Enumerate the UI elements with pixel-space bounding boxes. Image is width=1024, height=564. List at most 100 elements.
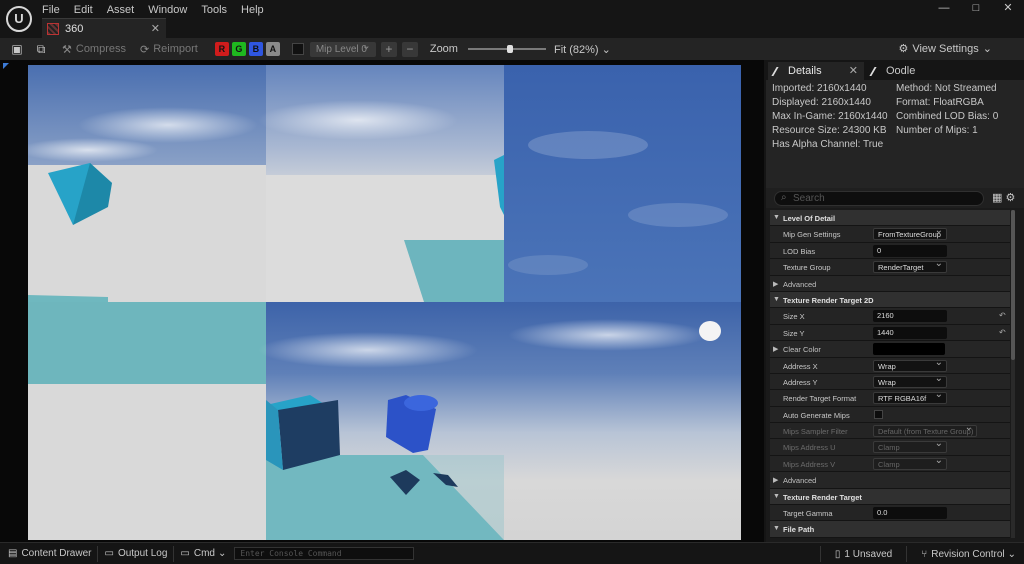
divider — [819, 546, 821, 562]
color-swatch[interactable] — [873, 343, 945, 356]
mip-level-checkbox[interactable] — [291, 43, 304, 55]
property-input[interactable]: 2160 — [873, 310, 947, 323]
zoom-slider-thumb[interactable] — [506, 45, 513, 53]
tab-oodle-label: Oodle — [886, 65, 916, 77]
save-icon[interactable]: ▣ — [10, 42, 24, 56]
console-input[interactable]: Enter Console Command — [234, 547, 415, 560]
property-label: Texture Render Target — [783, 492, 862, 502]
property-advanced[interactable]: ▶ Advanced — [770, 472, 1010, 489]
channel-r-toggle[interactable]: R — [214, 42, 229, 56]
tab-details[interactable]: Details ✕ — [768, 62, 864, 80]
brush-icon — [771, 66, 786, 76]
property-clear-color[interactable]: ▶ Clear Color — [770, 341, 1010, 358]
property-dropdown[interactable]: RenderTarget — [873, 258, 947, 274]
cmd-label: Cmd — [193, 548, 215, 559]
close-tab-icon[interactable]: ✕ — [151, 22, 160, 35]
tab-oodle[interactable]: Oodle — [866, 62, 946, 80]
menu-edit[interactable]: Edit — [74, 3, 100, 16]
property-label: LOD Bias — [783, 246, 816, 256]
output-log-label: Output Log — [117, 548, 168, 559]
property-address-y: Address Y Wrap — [770, 373, 1010, 391]
channel-a-toggle[interactable]: A — [265, 42, 280, 56]
close-icon[interactable]: ✕ — [849, 64, 858, 77]
scrollbar-thumb[interactable] — [1011, 210, 1015, 360]
mip-decrease-button[interactable]: − — [401, 41, 418, 57]
property-input[interactable]: 0.0 — [873, 507, 947, 520]
chevron-down-icon: ⌄ — [982, 43, 992, 55]
close-window-button[interactable]: ✕ — [992, 0, 1024, 18]
channel-b-toggle[interactable]: B — [248, 42, 263, 56]
property-dropdown[interactable]: FromTextureGroup — [873, 225, 947, 241]
reset-to-default-icon[interactable]: ↶ — [999, 311, 1006, 320]
property-input[interactable]: 0 — [873, 244, 947, 257]
chevron-down-icon[interactable]: ▼ — [773, 525, 780, 532]
property-label: Mips Sampler Filter — [783, 427, 848, 437]
view-settings-label: View Settings — [912, 42, 979, 55]
revision-control-button[interactable]: ⑂ Revision Control ⌄ — [921, 549, 1016, 560]
property-label: Address Y — [783, 377, 818, 387]
texture-viewport[interactable] — [0, 60, 764, 542]
chevron-down-icon[interactable]: ▼ — [773, 214, 780, 221]
menu-file[interactable]: File — [42, 3, 67, 16]
property-checkbox[interactable] — [874, 409, 883, 419]
cmd-select[interactable]: ▭ Cmd ⌄ — [180, 548, 226, 559]
chevron-right-icon[interactable]: ▶ — [773, 280, 778, 288]
branch-icon: ⑂ — [921, 548, 928, 560]
menu-asset[interactable]: Asset — [107, 3, 142, 16]
chevron-down-icon[interactable]: ▼ — [773, 296, 780, 303]
window-controls: — □ ✕ — [928, 0, 1024, 18]
property-input[interactable]: 1440 — [873, 326, 947, 339]
unreal-logo-icon[interactable]: U — [6, 6, 32, 32]
viewport-corner-marker — [3, 63, 9, 69]
browse-icon[interactable]: ⧉ — [34, 42, 48, 56]
maximize-button[interactable]: □ — [960, 0, 992, 18]
property-mip-gen-settings: Mip Gen Settings FromTextureGroup — [770, 225, 1010, 243]
texture-asset-icon — [47, 22, 59, 35]
search-input[interactable]: ⌕ Search — [774, 191, 984, 206]
info-imported: Imported: 2160x1440 — [772, 83, 867, 94]
property-label: Mips Address V — [783, 459, 836, 469]
reimport-button[interactable]: ⟳ Reimport — [140, 43, 198, 56]
chevron-right-icon[interactable]: ▶ — [773, 345, 778, 353]
minimize-button[interactable]: — — [928, 0, 960, 18]
menu-bar: File Edit Asset Window Tools Help — [42, 3, 278, 16]
chevron-down-icon[interactable]: ▼ — [773, 493, 780, 500]
menu-tools[interactable]: Tools — [201, 3, 234, 16]
property-dropdown[interactable]: RTF RGBA16f — [873, 389, 947, 405]
output-log-button[interactable]: ▭ Output Log — [104, 548, 167, 559]
property-dropdown: Default (from Texture Group) — [873, 422, 977, 438]
category-level-of-detail[interactable]: ▼ Level Of Detail — [770, 210, 1010, 227]
property-lod-bias: LOD Bias 0 — [770, 242, 1010, 260]
property-label: Texture Render Target 2D — [783, 295, 874, 305]
zoom-fit-select[interactable]: Fit (82%) ⌄ — [554, 43, 611, 56]
chevron-down-icon: ⌄ — [601, 43, 611, 56]
toolbar: ▣ ⧉ ⚒ Compress ⟳ Reimport R G B A Mip Le… — [0, 38, 1024, 60]
category-texture-render-target[interactable]: ▼ Texture Render Target — [770, 488, 1010, 506]
property-advanced[interactable]: ▶ Advanced — [770, 275, 1010, 292]
zoom-fit-label: Fit (82%) — [553, 43, 599, 56]
property-dropdown[interactable]: Wrap — [873, 357, 947, 372]
menu-help[interactable]: Help — [241, 3, 271, 16]
content-drawer-button[interactable]: ▤ Content Drawer — [8, 548, 91, 559]
property-dropdown[interactable]: Wrap — [873, 373, 947, 388]
channel-g-toggle[interactable]: G — [231, 42, 246, 56]
gear-icon[interactable]: ⚙ — [1005, 192, 1015, 204]
menu-window[interactable]: Window — [148, 3, 194, 16]
chevron-right-icon[interactable]: ▶ — [773, 476, 778, 484]
panel-scrollbar[interactable] — [1011, 210, 1015, 538]
compress-button[interactable]: ⚒ Compress — [62, 43, 126, 56]
category-texture-render-target-2d[interactable]: ▼ Texture Render Target 2D — [770, 291, 1010, 309]
mip-level-select[interactable]: Mip Level 0 — [309, 39, 376, 57]
document-tab-label: 360 — [65, 22, 84, 35]
unsaved-button[interactable]: ▯ 1 Unsaved — [835, 549, 892, 560]
grid-view-icon[interactable]: ▦ — [992, 192, 1002, 204]
property-texture-group: Texture Group RenderTarget — [770, 258, 1010, 276]
reimport-label: Reimport — [153, 43, 198, 55]
category-file-path[interactable]: ▼ File Path — [770, 521, 1010, 538]
zoom-slider[interactable] — [467, 45, 546, 53]
view-settings-button[interactable]: ⚙ View Settings ⌄ — [898, 42, 992, 56]
reset-to-default-icon[interactable]: ↶ — [999, 328, 1006, 337]
gear-icon: ⚙ — [898, 43, 909, 55]
document-tab[interactable]: 360 ✕ — [42, 18, 166, 38]
mip-increase-button[interactable]: + — [380, 41, 397, 57]
